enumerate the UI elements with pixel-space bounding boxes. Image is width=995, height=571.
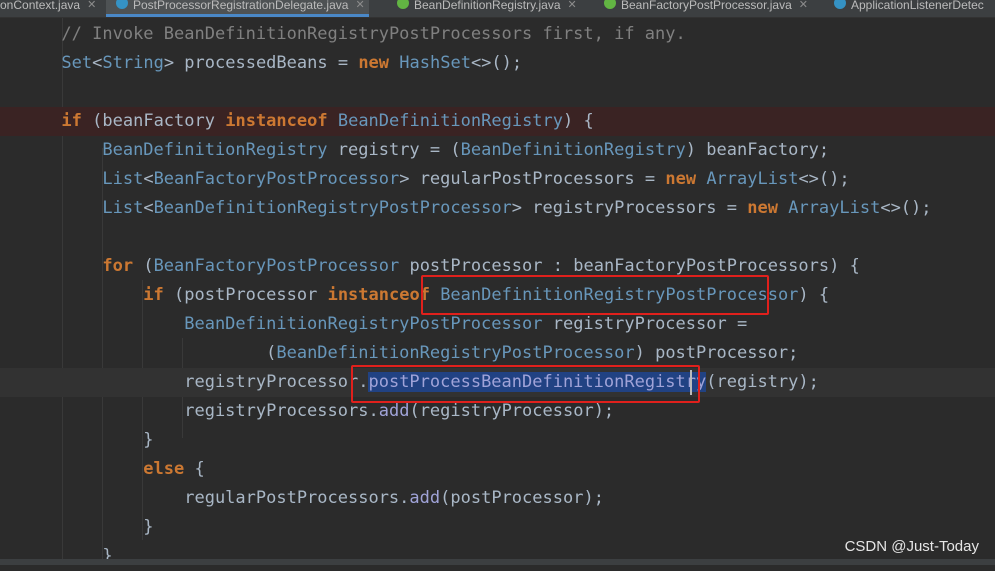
code-line: Set<String> processedBeans = new HashSet… bbox=[61, 53, 523, 73]
watermark: CSDN @Just-Today bbox=[844, 538, 979, 555]
interface-icon bbox=[397, 0, 409, 9]
code-line: (BeanDefinitionRegistryPostProcessor) po… bbox=[266, 343, 799, 363]
code-line: List<BeanDefinitionRegistryPostProcessor… bbox=[102, 198, 932, 218]
identifier: beanFactory bbox=[706, 140, 819, 160]
keyword: new bbox=[747, 198, 778, 218]
identifier: registryProcessor bbox=[184, 372, 359, 392]
close-icon[interactable]: ✕ bbox=[87, 0, 96, 11]
tab-label: BeanFactoryPostProcessor.java bbox=[621, 0, 792, 12]
interface-icon bbox=[604, 0, 616, 9]
identifier: registryProcessor bbox=[419, 401, 594, 421]
close-icon[interactable]: ✕ bbox=[568, 0, 577, 11]
keyword: for bbox=[102, 256, 134, 276]
identifier: beanFactory bbox=[102, 111, 215, 131]
type-name: BeanFactoryPostProcessor bbox=[153, 256, 400, 276]
identifier: registry bbox=[716, 372, 799, 392]
code-editor[interactable]: // Invoke BeanDefinitionRegistryPostProc… bbox=[0, 18, 995, 566]
method-name: add bbox=[378, 401, 410, 421]
identifier: postProcessor bbox=[184, 285, 318, 305]
keyword: new bbox=[665, 169, 697, 189]
class-icon bbox=[834, 0, 846, 9]
text-caret bbox=[690, 370, 692, 395]
tab-oncontext[interactable]: onContext.java ✕ bbox=[0, 0, 96, 17]
comment: // Invoke BeanDefinitionRegistryPostProc… bbox=[61, 24, 686, 44]
code-line: } bbox=[143, 430, 154, 450]
tab-application-listener-detector[interactable]: ApplicationListenerDetec bbox=[834, 0, 984, 17]
close-icon[interactable]: ✕ bbox=[355, 0, 364, 11]
code-line: List<BeanFactoryPostProcessor> regularPo… bbox=[102, 169, 850, 189]
identifier: registryProcessor bbox=[552, 314, 727, 334]
code-line: if (beanFactory instanceof BeanDefinitio… bbox=[0, 107, 995, 136]
keyword: if bbox=[143, 285, 164, 305]
horizontal-scrollbar[interactable] bbox=[0, 559, 995, 565]
code-line: // Invoke BeanDefinitionRegistryPostProc… bbox=[0, 20, 995, 49]
identifier: postProcessor bbox=[450, 488, 584, 508]
tab-bean-factory-post-processor[interactable]: BeanFactoryPostProcessor.java ✕ bbox=[604, 0, 808, 17]
identifier: postProcessor bbox=[655, 343, 789, 363]
identifier: registryProcessors bbox=[532, 198, 717, 218]
tab-label: PostProcessorRegistrationDelegate.java bbox=[133, 0, 349, 12]
code-line: regularPostProcessors.add(postProcessor)… bbox=[184, 488, 604, 508]
keyword: new bbox=[358, 53, 390, 73]
type-name: BeanDefinitionRegistry bbox=[102, 140, 328, 160]
keyword: instanceof bbox=[327, 285, 430, 305]
identifier: regularPostProcessors bbox=[184, 488, 400, 508]
type-name: ArrayList bbox=[706, 169, 799, 189]
type-name: BeanDefinitionRegistryPostProcessor bbox=[153, 198, 512, 218]
tab-postprocessor-registration-delegate[interactable]: PostProcessorRegistrationDelegate.java ✕ bbox=[106, 0, 369, 17]
tab-label: onContext.java bbox=[0, 0, 81, 12]
type-name: BeanDefinitionRegistry bbox=[337, 111, 564, 131]
type-name: BeanDefinitionRegistryPostProcessor bbox=[184, 314, 543, 334]
class-icon bbox=[116, 0, 128, 9]
type-name: Set bbox=[61, 53, 93, 73]
identifier: registry bbox=[337, 140, 420, 160]
tab-label: BeanDefinitionRegistry.java bbox=[414, 0, 561, 12]
code-line: else { bbox=[143, 459, 205, 479]
identifier: regularPostProcessors bbox=[419, 169, 635, 189]
tab-bean-definition-registry[interactable]: BeanDefinitionRegistry.java ✕ bbox=[397, 0, 577, 17]
type-name: HashSet bbox=[399, 53, 471, 73]
identifier: postProcessor bbox=[409, 256, 543, 276]
code-line: BeanDefinitionRegistry registry = (BeanD… bbox=[102, 140, 830, 160]
type-name: BeanDefinitionRegistry bbox=[460, 140, 686, 160]
identifier: registryProcessors bbox=[184, 401, 369, 421]
annotation-box bbox=[351, 365, 700, 403]
keyword: else bbox=[143, 459, 185, 479]
type-name: List bbox=[102, 169, 144, 189]
identifier: processedBeans bbox=[184, 53, 328, 73]
type-name: BeanDefinitionRegistryPostProcessor bbox=[276, 343, 635, 363]
close-icon[interactable]: ✕ bbox=[799, 0, 808, 11]
tab-label: ApplicationListenerDetec bbox=[851, 0, 984, 12]
identifier: beanFactoryPostProcessors bbox=[573, 256, 830, 276]
type-name: BeanFactoryPostProcessor bbox=[153, 169, 400, 189]
method-name: add bbox=[409, 488, 441, 508]
keyword: if bbox=[61, 111, 82, 131]
type-name: List bbox=[102, 198, 144, 218]
keyword: instanceof bbox=[225, 111, 328, 131]
type-name: ArrayList bbox=[788, 198, 881, 218]
editor-tab-bar: onContext.java ✕ PostProcessorRegistratio… bbox=[0, 0, 995, 18]
annotation-box bbox=[421, 275, 769, 315]
type-name: String bbox=[102, 53, 164, 73]
